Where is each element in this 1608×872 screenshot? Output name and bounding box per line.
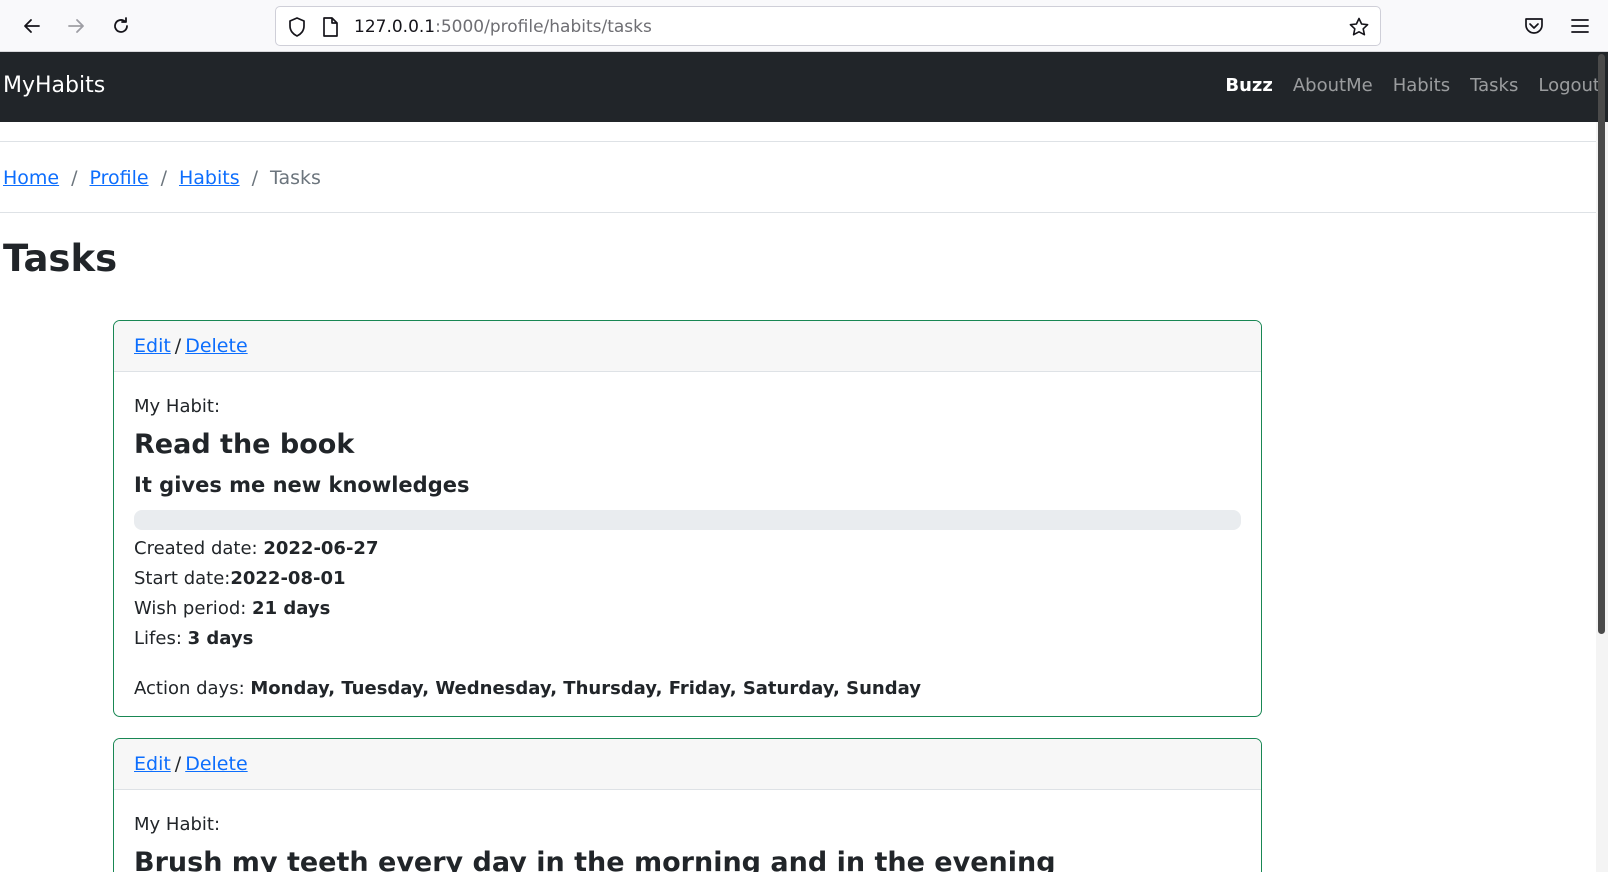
habit-card: Edit / Delete My Habit: Brush my teeth eve… bbox=[113, 738, 1262, 872]
page-scrollbar-thumb[interactable] bbox=[1598, 54, 1605, 634]
reload-icon[interactable] bbox=[107, 12, 135, 40]
breadcrumb: Home / Profile / Habits / Tasks bbox=[3, 166, 321, 190]
browser-toolbar: 127.0.0.1:5000/profile/habits/tasks bbox=[0, 0, 1608, 52]
habit-name: Read the book bbox=[134, 429, 355, 460]
lifes-label: Lifes: bbox=[134, 628, 188, 649]
lifes-value: 3 days bbox=[187, 628, 254, 649]
action-days-line: Action days: Monday, Tuesday, Wednesday,… bbox=[134, 674, 1241, 704]
pocket-icon[interactable] bbox=[1522, 14, 1546, 38]
breadcrumb-current: Tasks bbox=[270, 167, 321, 189]
habit-progress-bar bbox=[134, 510, 1241, 530]
url-path: :5000/profile/habits/tasks bbox=[435, 17, 652, 37]
card-body: My Habit: Read the book It gives me new … bbox=[114, 395, 1261, 704]
created-date-line: Created date: 2022-06-27 bbox=[134, 534, 1241, 564]
forward-icon[interactable] bbox=[62, 12, 90, 40]
habit-description: It gives me new knowledges bbox=[134, 473, 470, 497]
habit-card: Edit / Delete My Habit: Read the book It g… bbox=[113, 320, 1262, 717]
page-title: Tasks bbox=[3, 237, 118, 280]
wish-period-line: Wish period: 21 days bbox=[134, 594, 1241, 624]
habit-label: My Habit: bbox=[134, 396, 221, 417]
action-days-label: Action days: bbox=[134, 678, 251, 699]
breadcrumb-bar: Home / Profile / Habits / Tasks bbox=[0, 141, 1596, 213]
card-header: Edit / Delete bbox=[114, 321, 1261, 372]
breadcrumb-separator: / bbox=[160, 167, 167, 189]
app-navbar: MyHabits Buzz AboutMe Habits Tasks Logou… bbox=[0, 52, 1608, 122]
delete-link[interactable]: Delete bbox=[185, 335, 247, 357]
page-icon bbox=[323, 17, 338, 37]
breadcrumb-separator: / bbox=[71, 167, 78, 189]
action-separator: / bbox=[174, 753, 182, 775]
breadcrumb-separator: / bbox=[251, 167, 259, 189]
breadcrumb-home[interactable]: Home bbox=[3, 166, 59, 190]
start-date-value: 2022-08-01 bbox=[230, 568, 346, 589]
edit-link[interactable]: Edit bbox=[134, 753, 171, 775]
nav-link-buzz[interactable]: Buzz bbox=[1225, 73, 1273, 99]
breadcrumb-habits[interactable]: Habits bbox=[179, 166, 240, 190]
shield-icon[interactable] bbox=[286, 16, 308, 38]
created-date-label: Created date: bbox=[134, 538, 264, 559]
action-days-value: Monday, Tuesday, Wednesday, Thursday, Fr… bbox=[250, 678, 921, 699]
url-host: 127.0.0.1 bbox=[354, 17, 436, 37]
created-date-value: 2022-06-27 bbox=[263, 538, 379, 559]
nav-link-aboutme[interactable]: AboutMe bbox=[1293, 73, 1373, 99]
navbar-brand[interactable]: MyHabits bbox=[3, 71, 105, 101]
nav-link-logout[interactable]: Logout bbox=[1538, 73, 1600, 99]
nav-link-tasks[interactable]: Tasks bbox=[1470, 73, 1518, 99]
navbar-links: Buzz AboutMe Habits Tasks Logout bbox=[1225, 73, 1600, 99]
start-date-label: Start date: bbox=[134, 568, 231, 589]
back-icon[interactable] bbox=[18, 12, 46, 40]
menu-icon[interactable] bbox=[1568, 14, 1592, 38]
card-body: My Habit: Brush my teeth every day in th… bbox=[114, 813, 1261, 872]
start-date-line: Start date:2022-08-01 bbox=[134, 564, 1241, 594]
address-bar[interactable]: 127.0.0.1:5000/profile/habits/tasks bbox=[275, 6, 1381, 46]
card-header: Edit / Delete bbox=[114, 739, 1261, 790]
lifes-line: Lifes: 3 days bbox=[134, 624, 1241, 654]
delete-link[interactable]: Delete bbox=[185, 753, 247, 775]
action-separator: / bbox=[174, 335, 182, 357]
nav-link-habits[interactable]: Habits bbox=[1393, 73, 1450, 99]
edit-link[interactable]: Edit bbox=[134, 335, 171, 357]
habit-name: Brush my teeth every day in the morning … bbox=[134, 847, 1056, 872]
habit-label: My Habit: bbox=[134, 814, 221, 835]
url-text[interactable]: 127.0.0.1:5000/profile/habits/tasks bbox=[354, 16, 652, 38]
star-icon[interactable] bbox=[1348, 16, 1370, 38]
breadcrumb-profile[interactable]: Profile bbox=[90, 166, 149, 190]
wish-period-label: Wish period: bbox=[134, 598, 253, 619]
wish-period-value: 21 days bbox=[252, 598, 331, 619]
